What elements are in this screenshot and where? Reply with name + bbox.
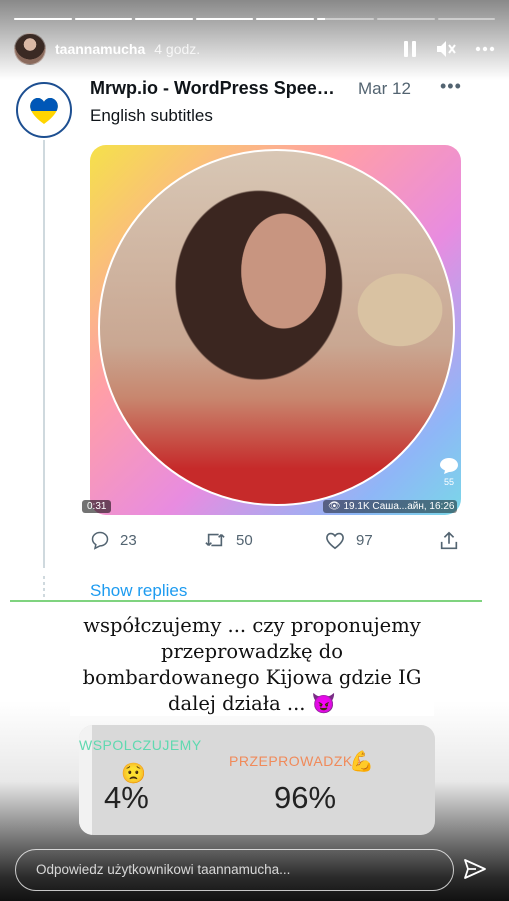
poll-option-b-emoji: 💪: [349, 751, 374, 773]
story-progress: [14, 18, 495, 20]
poll-option-b-label[interactable]: PRZEPROWADZKA: [229, 753, 363, 769]
eye-icon: 👁: [328, 501, 341, 512]
send-icon[interactable]: [462, 856, 488, 882]
video-thumbnail: [98, 149, 455, 506]
avatar[interactable]: [14, 33, 46, 65]
poll-option-a-percent: 4%: [104, 780, 149, 815]
speech-bubble-icon: [440, 458, 458, 474]
progress-segment: [14, 18, 72, 20]
tweet-display-name[interactable]: Mrwp.io - WordPress Speed...: [90, 78, 340, 99]
video-views-text: 19.1K Саша...айн, 16:26: [343, 501, 455, 512]
video-views: 👁 19.1K Саша...айн, 16:26: [323, 500, 457, 513]
heart-icon: [326, 532, 344, 550]
share-action[interactable]: [438, 530, 460, 552]
divider-line: [10, 600, 482, 602]
story-viewer: Mrwp.io - WordPress Speed... Mar 12 ••• …: [0, 0, 509, 901]
progress-segment: [377, 18, 435, 20]
tweet-video[interactable]: [90, 145, 461, 515]
progress-segment: [135, 18, 193, 20]
like-action[interactable]: 97: [324, 530, 373, 550]
pause-icon[interactable]: [403, 40, 417, 58]
retweet-icon: [205, 533, 225, 547]
progress-segment: [195, 18, 253, 20]
mute-icon[interactable]: [435, 40, 457, 58]
progress-segment: [256, 18, 314, 20]
thread-dots: [43, 576, 45, 598]
like-count: 97: [356, 531, 373, 549]
story-time: 4 godz.: [154, 41, 201, 57]
reply-count: 23: [120, 531, 137, 549]
reply-icon: [91, 531, 109, 550]
retweet-count: 50: [236, 531, 253, 549]
more-options-icon[interactable]: [475, 46, 495, 52]
video-comments: 55: [438, 457, 460, 487]
tweet-avatar: [16, 82, 72, 138]
ukraine-heart-icon: [30, 98, 58, 124]
tweet-date: Mar 12: [358, 79, 411, 98]
progress-segment: [74, 18, 132, 20]
poll-option-a-label[interactable]: WSPOLCZUJEMY: [79, 737, 202, 753]
thread-line: [43, 140, 45, 568]
retweet-action[interactable]: 50: [204, 530, 253, 550]
progress-segment: [437, 18, 495, 20]
video-duration: 0:31: [82, 500, 112, 513]
reply-action[interactable]: 23: [90, 530, 137, 550]
tweet-text: English subtitles: [90, 106, 213, 125]
tweet-actions: 23 50 97: [90, 530, 465, 554]
show-replies-link[interactable]: Show replies: [90, 581, 187, 601]
video-comment-count: 55: [443, 477, 454, 487]
story-username[interactable]: taannamucha: [55, 41, 145, 57]
share-icon: [440, 531, 458, 550]
reply-input[interactable]: Odpowiedz użytkownikowi taannamucha...: [15, 849, 454, 891]
story-header: taannamucha 4 godz.: [14, 32, 495, 66]
story-caption: współczujemy ... czy proponujemy przepro…: [82, 614, 422, 715]
progress-segment: [316, 18, 374, 20]
poll-sticker: WSPOLCZUJEMY 😟 4% PRZEPROWADZKA 💪 96%: [79, 725, 435, 835]
poll-option-b-percent: 96%: [274, 780, 337, 815]
